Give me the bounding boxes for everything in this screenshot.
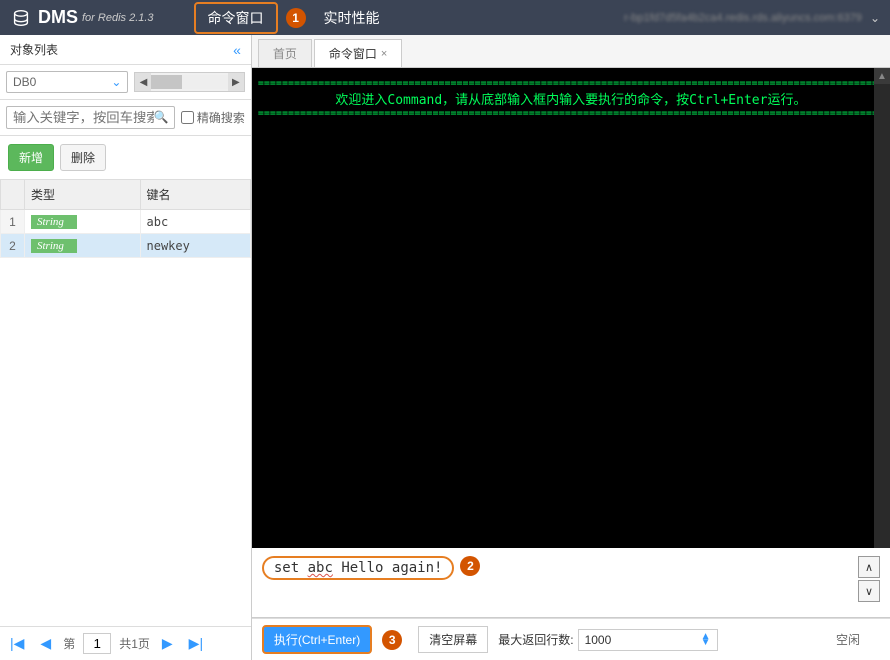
status-text: 空闲 [836, 631, 880, 648]
cmd-keyword: set [274, 560, 299, 576]
chevron-down-icon[interactable]: ⌄ [870, 11, 880, 25]
tab-bar: 首页 命令窗口 × [252, 35, 890, 68]
history-down-icon[interactable]: ∨ [858, 580, 880, 602]
command-input[interactable]: set abc Hello again! [262, 556, 455, 580]
sidebar-title: 对象列表 [10, 41, 58, 58]
tab-command-label: 命令窗口 [329, 45, 377, 62]
app-header: DMS for Redis 2.1.3 命令窗口 1 实时性能 r-bp1fd7… [0, 0, 890, 35]
callout-badge-3: 3 [382, 630, 402, 650]
callout-badge-2: 2 [460, 556, 480, 576]
max-lines-label: 最大返回行数: [498, 631, 573, 648]
scroll-left-icon[interactable]: ◀ [135, 73, 151, 91]
collapse-icon[interactable]: « [233, 42, 241, 58]
scroll-up-icon[interactable]: ▲ [874, 68, 890, 84]
history-up-icon[interactable]: ∧ [858, 556, 880, 578]
app-version: for Redis 2.1.3 [82, 12, 154, 24]
search-input[interactable] [6, 106, 175, 129]
terminal-ruler: ========================================… [258, 78, 884, 89]
terminal[interactable]: ========================================… [252, 68, 890, 548]
tab-home[interactable]: 首页 [258, 39, 312, 67]
row-num: 1 [1, 210, 25, 234]
row-num: 2 [1, 234, 25, 258]
exact-search-input[interactable] [181, 111, 194, 124]
table-row[interactable]: 2 String newkey [1, 234, 251, 258]
key-name: abc [140, 210, 250, 234]
close-icon[interactable]: × [381, 48, 387, 60]
delete-button[interactable]: 删除 [60, 144, 106, 171]
search-icon[interactable]: 🔍 [154, 110, 169, 124]
exact-search-label: 精确搜索 [197, 109, 245, 126]
nav-command-window[interactable]: 命令窗口 [194, 2, 278, 34]
pagination: |◀ ◀ 第 共1页 ▶ ▶| [0, 626, 251, 660]
terminal-ruler: ========================================… [258, 108, 884, 119]
col-type: 类型 [25, 180, 141, 210]
clear-screen-button[interactable]: 清空屏幕 [418, 626, 488, 653]
terminal-welcome: 欢迎进入Command，请从底部输入框内输入要执行的命令，按Ctrl+Enter… [258, 89, 884, 108]
exact-search-checkbox[interactable]: 精确搜索 [181, 109, 245, 126]
max-lines-input[interactable]: 1000 ▲▼ [578, 629, 718, 651]
type-tag: String [31, 215, 77, 229]
bottom-toolbar: 执行(Ctrl+Enter) 3 清空屏幕 最大返回行数: 1000 ▲▼ 空闲 [252, 618, 890, 660]
type-tag: String [31, 239, 77, 253]
col-keyname: 键名 [140, 180, 250, 210]
chevron-down-icon: ⌄ [111, 75, 121, 89]
cmd-value: Hello again! [341, 560, 442, 576]
col-rownum [1, 180, 25, 210]
max-lines-value: 1000 [585, 633, 612, 647]
object-table: 类型 键名 1 String abc 2 String newkey [0, 179, 251, 258]
key-hscroll[interactable]: ◀ ▶ [134, 72, 244, 92]
app-name: DMS [38, 7, 78, 28]
callout-badge-1: 1 [286, 8, 306, 28]
page-first-icon[interactable]: |◀ [6, 635, 28, 652]
cmd-key: abc [308, 560, 333, 576]
sidebar: 对象列表 « DB0 ⌄ ◀ ▶ 🔍 精确搜索 新增 [0, 35, 252, 660]
db-select-value: DB0 [13, 75, 36, 89]
page-total: 共1页 [119, 635, 150, 652]
key-name: newkey [140, 234, 250, 258]
page-prefix: 第 [63, 635, 75, 652]
scroll-right-icon[interactable]: ▶ [228, 73, 244, 91]
execute-button[interactable]: 执行(Ctrl+Enter) [262, 625, 372, 654]
nav-realtime-perf[interactable]: 实时性能 [312, 4, 392, 32]
db-select[interactable]: DB0 ⌄ [6, 71, 128, 93]
table-row[interactable]: 1 String abc [1, 210, 251, 234]
spinner-icon[interactable]: ▲▼ [701, 634, 711, 646]
tab-command[interactable]: 命令窗口 × [314, 39, 402, 67]
terminal-scrollbar[interactable]: ▲ [874, 68, 890, 548]
content-area: 首页 命令窗口 × ==============================… [252, 35, 890, 660]
command-input-area: set abc Hello again! 2 ∧ ∨ [252, 548, 890, 618]
page-prev-icon[interactable]: ◀ [36, 635, 55, 652]
tab-home-label: 首页 [273, 45, 297, 62]
cloud-db-icon [10, 7, 32, 29]
page-next-icon[interactable]: ▶ [158, 635, 177, 652]
connection-string: r-bp1fd7d5fa4b2ca4.redis.rds.aliyuncs.co… [624, 12, 862, 24]
page-last-icon[interactable]: ▶| [185, 635, 207, 652]
add-button[interactable]: 新增 [8, 144, 54, 171]
page-input[interactable] [83, 633, 111, 654]
